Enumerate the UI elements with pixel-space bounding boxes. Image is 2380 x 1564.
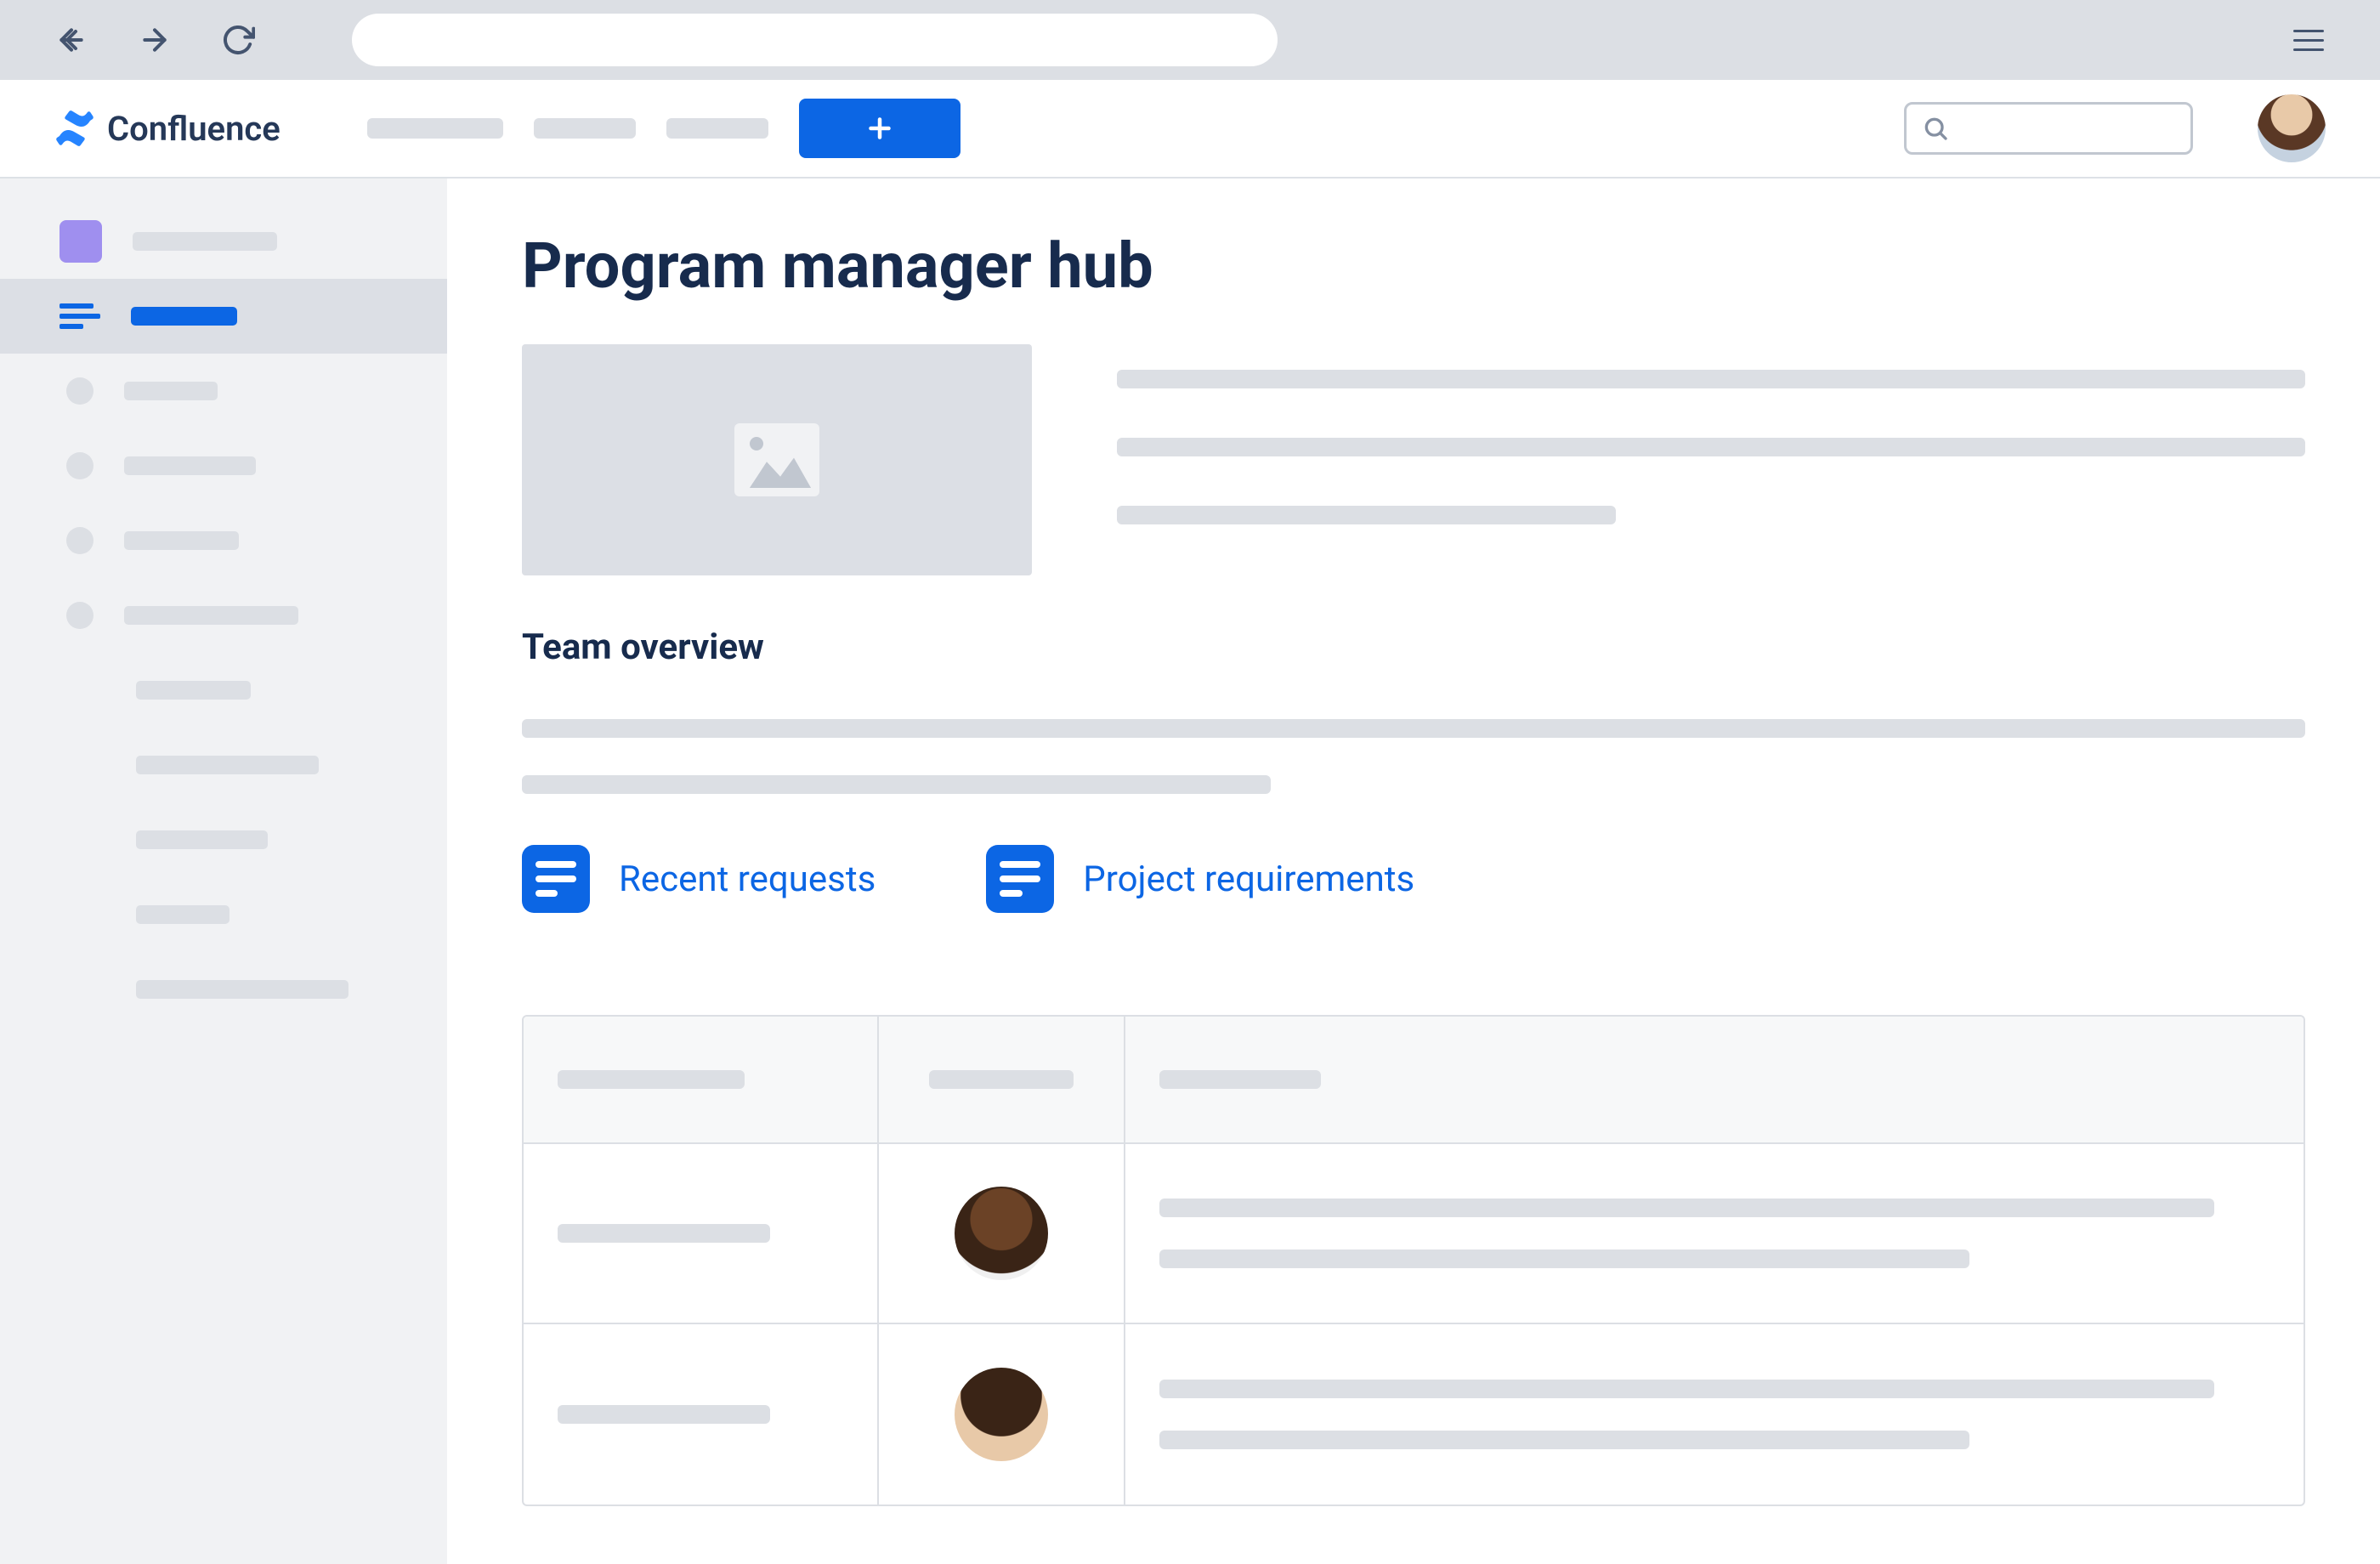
bullet-icon xyxy=(66,377,94,405)
table-cell xyxy=(524,1144,879,1323)
sidebar-sub-item[interactable] xyxy=(0,952,447,1027)
browser-refresh-button[interactable] xyxy=(218,20,258,60)
nav-item-placeholder[interactable] xyxy=(666,118,768,139)
text-placeholder xyxy=(1117,370,2305,388)
sidebar-item[interactable] xyxy=(0,354,447,428)
link-label: Project requirements xyxy=(1083,858,1414,900)
text-placeholder xyxy=(558,1070,745,1089)
nav-item-placeholder[interactable] xyxy=(534,118,636,139)
table-cell xyxy=(524,1324,879,1504)
sidebar-label-placeholder xyxy=(136,756,319,774)
sidebar-space-header[interactable] xyxy=(0,204,447,279)
sidebar-sub-item[interactable] xyxy=(0,877,447,952)
sidebar-label-placeholder xyxy=(136,830,268,849)
table-header-cell xyxy=(1125,1017,2304,1142)
page-title: Program manager hub xyxy=(522,230,2305,303)
hero-section xyxy=(522,344,2305,575)
document-links: Recent requests Project requirements xyxy=(522,845,2305,913)
nav-item-placeholder[interactable] xyxy=(367,118,503,139)
browser-back-button[interactable] xyxy=(51,20,92,60)
sidebar-label-placeholder xyxy=(131,307,237,326)
browser-forward-button[interactable] xyxy=(134,20,175,60)
confluence-logo[interactable]: Confluence xyxy=(54,108,280,149)
image-icon xyxy=(734,423,819,496)
member-avatar[interactable] xyxy=(955,1187,1048,1280)
section-heading: Team overview xyxy=(522,626,2305,668)
browser-url-bar[interactable] xyxy=(352,14,1278,66)
search-input[interactable] xyxy=(1904,102,2193,155)
sidebar-label-placeholder xyxy=(124,531,239,550)
link-project-requirements[interactable]: Project requirements xyxy=(986,845,1414,913)
sidebar-label-placeholder xyxy=(133,232,277,251)
sidebar-sub-item[interactable] xyxy=(0,802,447,877)
bullet-icon xyxy=(66,602,94,629)
sidebar-item[interactable] xyxy=(0,428,447,503)
create-button[interactable] xyxy=(799,99,960,158)
table-cell xyxy=(1125,1324,2304,1504)
member-avatar[interactable] xyxy=(955,1368,1048,1461)
table-header-cell xyxy=(879,1017,1125,1142)
table-header-cell xyxy=(524,1017,879,1142)
hero-image-placeholder xyxy=(522,344,1032,575)
app-header: Confluence xyxy=(0,80,2380,178)
text-placeholder xyxy=(1159,1431,1969,1449)
text-placeholder xyxy=(1159,1198,2214,1217)
document-icon xyxy=(986,845,1054,913)
bullet-icon xyxy=(66,452,94,479)
text-placeholder xyxy=(558,1405,770,1424)
sidebar-sub-item[interactable] xyxy=(0,728,447,802)
sidebar-label-placeholder xyxy=(136,980,348,999)
table-cell xyxy=(879,1324,1125,1504)
sidebar-item[interactable] xyxy=(0,578,447,653)
confluence-logo-text: Confluence xyxy=(107,109,280,149)
browser-chrome xyxy=(0,0,2380,80)
sidebar-sub-item[interactable] xyxy=(0,653,447,728)
browser-menu-button[interactable] xyxy=(2288,20,2329,60)
text-placeholder xyxy=(1159,1070,1321,1089)
sidebar-item[interactable] xyxy=(0,503,447,578)
table-row xyxy=(524,1144,2304,1324)
page-tree-icon xyxy=(60,303,100,329)
text-placeholder xyxy=(522,775,1271,794)
sidebar-label-placeholder xyxy=(136,681,251,700)
bullet-icon xyxy=(66,527,94,554)
confluence-logo-icon xyxy=(54,108,95,149)
sidebar xyxy=(0,178,447,1564)
table-cell xyxy=(1125,1144,2304,1323)
table-header-row xyxy=(524,1017,2304,1144)
link-recent-requests[interactable]: Recent requests xyxy=(522,845,876,913)
text-placeholder xyxy=(1117,506,1616,524)
sidebar-label-placeholder xyxy=(136,905,230,924)
team-table xyxy=(522,1015,2305,1506)
table-row xyxy=(524,1324,2304,1504)
document-icon xyxy=(522,845,590,913)
text-placeholder xyxy=(1159,1380,2214,1398)
text-placeholder xyxy=(558,1224,770,1243)
main-content: Program manager hub Team overview Recent… xyxy=(447,178,2380,1564)
space-icon xyxy=(60,220,102,263)
plus-icon xyxy=(864,113,895,144)
text-placeholder xyxy=(1117,438,2305,456)
sidebar-item-active[interactable] xyxy=(0,279,447,354)
table-cell xyxy=(879,1144,1125,1323)
sidebar-label-placeholder xyxy=(124,606,298,625)
text-placeholder xyxy=(1159,1250,1969,1268)
text-placeholder xyxy=(929,1070,1074,1089)
overview-text xyxy=(522,719,2305,794)
sidebar-label-placeholder xyxy=(124,382,218,400)
search-icon xyxy=(1922,115,1949,142)
user-avatar[interactable] xyxy=(2258,94,2326,162)
hero-text-placeholder xyxy=(1117,344,2305,575)
sidebar-label-placeholder xyxy=(124,456,256,475)
text-placeholder xyxy=(522,719,2305,738)
link-label: Recent requests xyxy=(619,858,876,900)
